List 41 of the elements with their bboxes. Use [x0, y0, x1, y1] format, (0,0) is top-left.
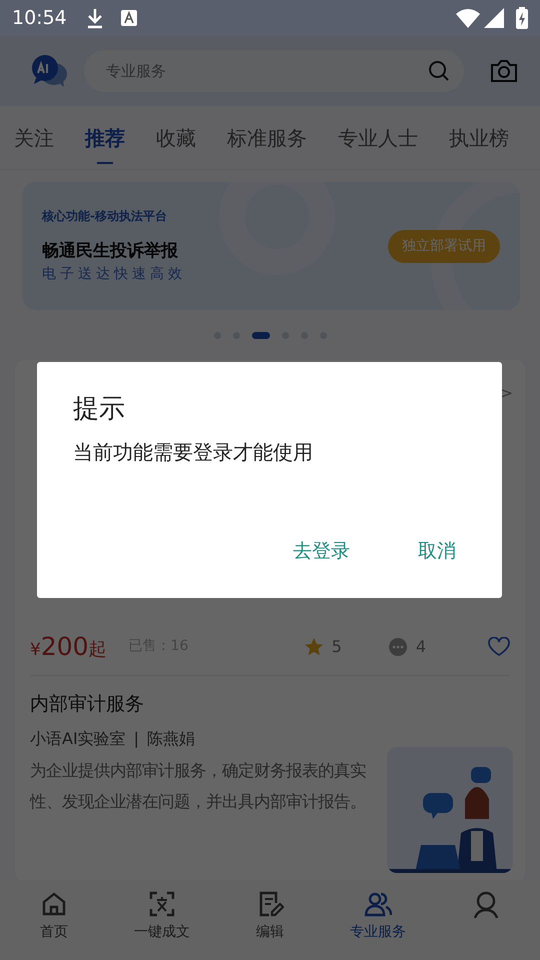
service-description: 为企业提供内部审计服务，确定财务报表的真实性、发现企业潜在问题，并出具内部审计报告。	[30, 760, 367, 812]
nav-tab[interactable]: 首页	[0, 880, 108, 960]
tab[interactable]: 标准服务	[227, 106, 307, 169]
dialog-button[interactable]: 取消	[408, 531, 466, 572]
nav-tab[interactable]: 专业服务	[324, 880, 432, 960]
tab[interactable]: 推荐	[85, 106, 125, 169]
dialog-button[interactable]: 去登录	[283, 531, 360, 572]
banner-tagline: 核心功能-移动执法平台	[42, 208, 168, 225]
battery-icon	[516, 7, 528, 29]
price: ¥200起	[30, 630, 107, 663]
notification-icon	[120, 10, 137, 26]
author-name: 陈燕娟	[147, 728, 196, 750]
people-icon	[364, 890, 392, 918]
status-time: 10:54	[12, 6, 67, 31]
star-icon	[304, 636, 324, 656]
trial-button[interactable]: 独立部署试用	[388, 230, 500, 262]
dialog-message: 当前功能需要登录才能使用	[73, 439, 314, 466]
tab[interactable]: 关注	[14, 106, 54, 169]
banner-subtitle: 电子送达快速高效	[42, 265, 187, 284]
search-icon[interactable]	[428, 60, 450, 82]
wifi-icon	[456, 8, 480, 28]
banner-card[interactable]: 核心功能-移动执法平台 畅通民生投诉举报 电子送达快速高效 独立部署试用	[22, 182, 520, 310]
signal-icon	[484, 8, 504, 28]
more-chevron[interactable]: >	[500, 382, 513, 404]
banner-title: 畅通民生投诉举报	[42, 240, 179, 263]
person-icon	[472, 890, 500, 918]
tab[interactable]: 收藏	[156, 106, 196, 169]
home-icon	[40, 890, 68, 918]
nav-tab[interactable]: 一键成文	[108, 880, 216, 960]
service-title[interactable]: 内部审计服务	[30, 690, 513, 718]
heart-icon[interactable]	[488, 636, 510, 656]
camera-icon[interactable]	[490, 59, 518, 83]
dialog-title: 提示	[73, 393, 126, 426]
tab[interactable]: 专业人士	[338, 106, 418, 169]
separator: |	[134, 728, 140, 750]
scan-text-icon	[148, 890, 176, 918]
comment-icon	[388, 636, 408, 656]
chat-logo-icon	[30, 54, 68, 88]
nav-tab[interactable]: 编辑	[216, 880, 324, 960]
tab[interactable]: 执业榜	[449, 106, 509, 169]
provider-name: 小语AI实验室	[30, 728, 126, 750]
